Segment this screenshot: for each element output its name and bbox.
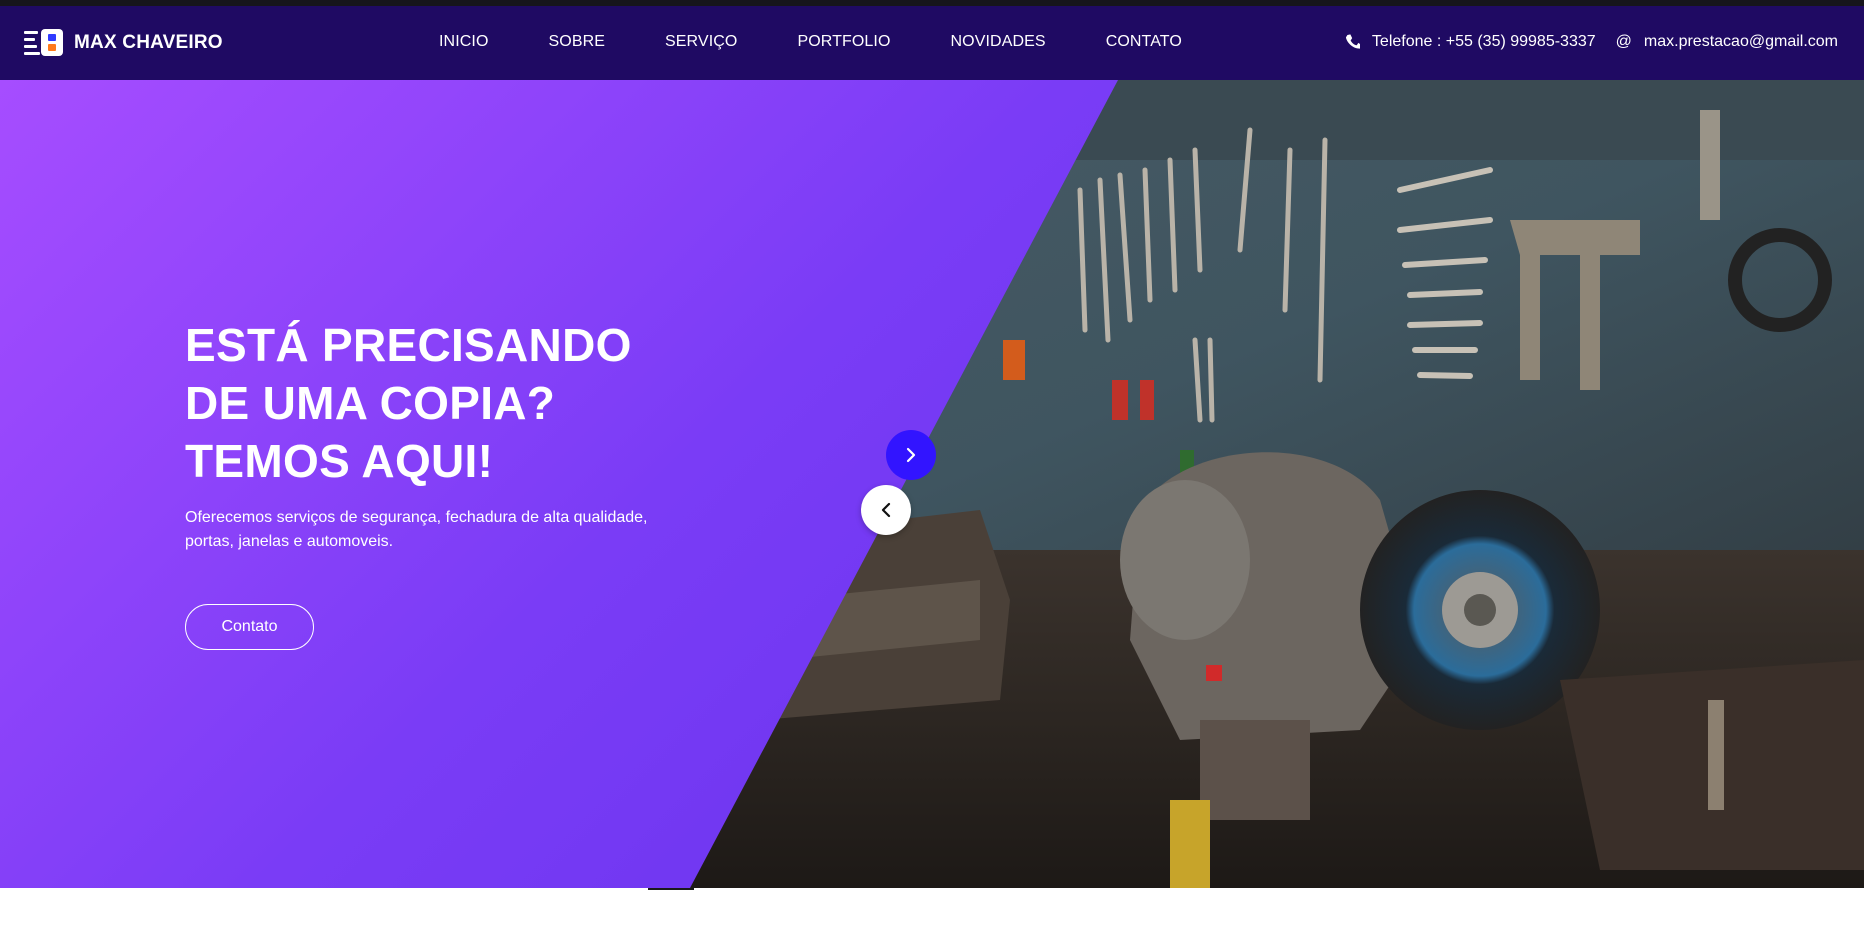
nav-item-novidades[interactable]: NOVIDADES bbox=[951, 33, 1046, 51]
brand[interactable]: MAX CHAVEIRO bbox=[24, 28, 223, 58]
email-icon: @ bbox=[1615, 33, 1632, 50]
hero-title-line1: ESTÁ PRECISANDO bbox=[185, 319, 632, 371]
email-text[interactable]: max.prestacao@gmail.com bbox=[1644, 33, 1838, 51]
chevron-right-icon bbox=[906, 447, 916, 463]
phone-text[interactable]: Telefone : +55 (35) 99985-3337 bbox=[1372, 33, 1596, 51]
nav-item-contato[interactable]: CONTATO bbox=[1106, 33, 1182, 51]
slider-next-button[interactable] bbox=[886, 430, 936, 480]
nav-item-servico[interactable]: SERVIÇO bbox=[665, 33, 737, 51]
hero-title-line3: TEMOS AQUI! bbox=[185, 435, 494, 487]
hero-title-line2: DE UMA COPIA? bbox=[185, 377, 556, 429]
brand-name: MAX CHAVEIRO bbox=[74, 32, 223, 53]
divider bbox=[648, 888, 694, 890]
nav-item-sobre[interactable]: SOBRE bbox=[549, 33, 606, 51]
navbar: MAX CHAVEIRO INICIO SOBRE SERVIÇO PORTFO… bbox=[0, 6, 1864, 80]
hero-subtitle: Oferecemos serviços de segurança, fechad… bbox=[185, 509, 648, 550]
chevron-left-icon bbox=[881, 502, 891, 518]
main-menu: INICIO SOBRE SERVIÇO PORTFOLIO NOVIDADES… bbox=[439, 33, 1182, 51]
logo-icon bbox=[24, 28, 64, 58]
hero-title: ESTÁ PRECISANDO DE UMA COPIA? TEMOS AQUI… bbox=[185, 316, 745, 490]
phone-icon bbox=[1345, 34, 1360, 49]
slider-prev-button[interactable] bbox=[861, 485, 911, 535]
hero-slider: ESTÁ PRECISANDO DE UMA COPIA? TEMOS AQUI… bbox=[0, 80, 1864, 888]
contact-info: Telefone : +55 (35) 99985-3337 @ max.pre… bbox=[1345, 33, 1838, 51]
next-section bbox=[0, 888, 1864, 936]
nav-item-portfolio[interactable]: PORTFOLIO bbox=[797, 33, 890, 51]
nav-item-inicio[interactable]: INICIO bbox=[439, 33, 489, 51]
contact-button[interactable]: Contato bbox=[185, 604, 314, 650]
